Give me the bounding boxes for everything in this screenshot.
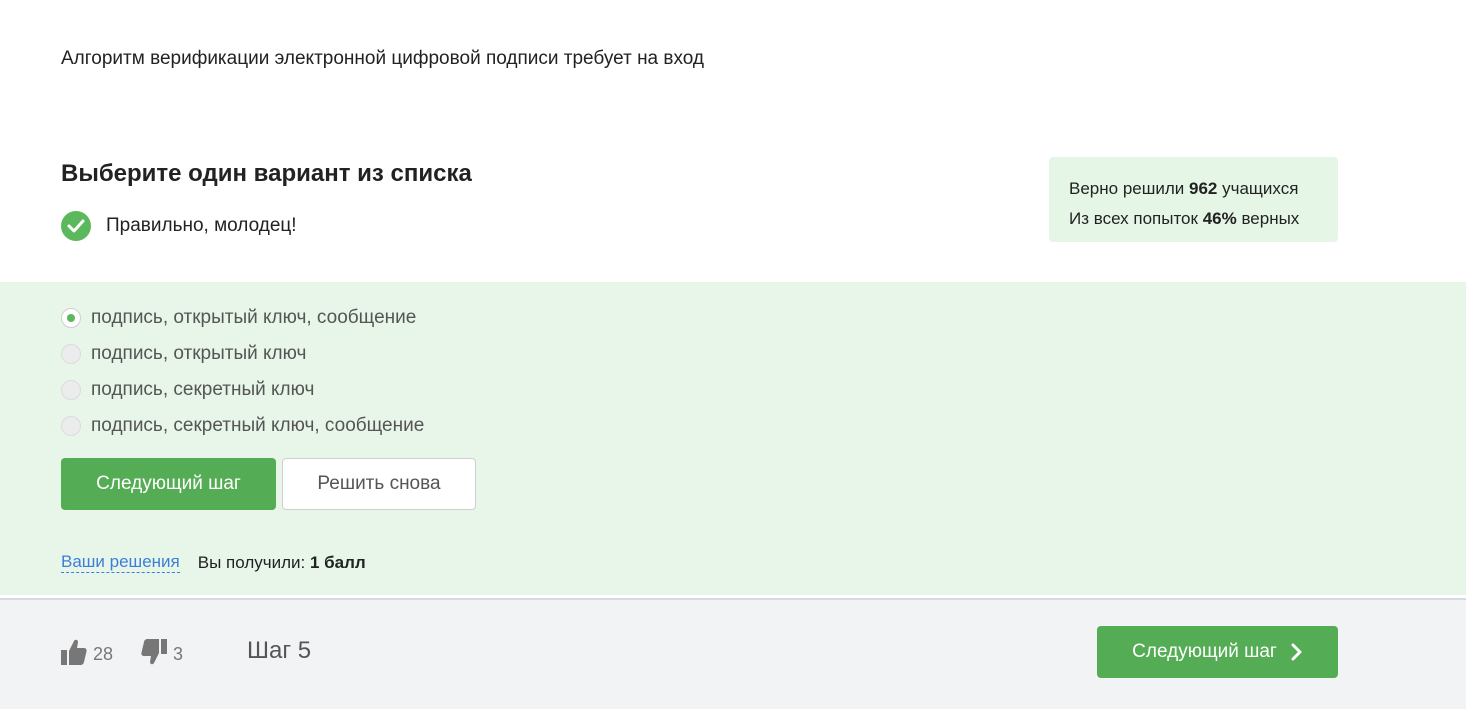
footer-next-step-label: Следующий шаг [1132, 641, 1277, 662]
next-step-button[interactable]: Следующий шаг [61, 458, 276, 510]
radio-button[interactable] [61, 380, 81, 400]
option-item[interactable]: подпись, открытый ключ, сообщение [61, 300, 424, 336]
radio-button[interactable] [61, 416, 81, 436]
stats-attempts-prefix: Из всех попыток [1069, 209, 1203, 228]
like-count: 28 [93, 644, 114, 664]
your-solutions-link[interactable]: Ваши решения [61, 552, 180, 573]
score-value: 1 балл [309, 552, 366, 572]
stats-attempts-line: Из всех попыток 46% верных [1069, 204, 1318, 234]
options-list: подпись, открытый ключ, сообщение подпис… [61, 300, 424, 444]
stats-solved-prefix: Верно решили [1069, 179, 1189, 198]
option-item[interactable]: подпись, секретный ключ [61, 372, 424, 408]
option-label: подпись, секретный ключ, сообщение [91, 415, 425, 436]
solutions-row: Ваши решения Вы получили: 1 балл [61, 552, 366, 573]
radio-button[interactable] [61, 344, 81, 364]
like-button[interactable]: 28 [61, 638, 113, 671]
stats-attempts-suffix: верных [1236, 209, 1300, 228]
score-prefix: Вы получили: [197, 552, 310, 572]
option-item[interactable]: подпись, секретный ключ, сообщение [61, 408, 424, 444]
result-text: Правильно, молодец! [106, 215, 297, 236]
footer-next-step-button[interactable]: Следующий шаг [1097, 626, 1338, 678]
stats-box: Верно решили 962 учащихся Из всех попыто… [1049, 157, 1338, 242]
step-label: Шаг 5 [247, 637, 312, 664]
question-text: Алгоритм верификации электронной цифрово… [61, 48, 705, 69]
footer-bar: 28 3 Шаг 5 Следующий шаг [0, 600, 1466, 709]
stats-attempts-percent: 46% [1202, 209, 1237, 228]
dislike-button[interactable]: 3 [141, 638, 183, 671]
stats-solved-suffix: учащихся [1217, 179, 1299, 198]
stats-solved-line: Верно решили 962 учащихся [1069, 174, 1318, 204]
thumbs-down-icon [141, 638, 167, 671]
answer-panel: подпись, открытый ключ, сообщение подпис… [0, 282, 1466, 595]
score-text: Вы получили: 1 балл [198, 553, 366, 573]
option-label: подпись, открытый ключ, сообщение [91, 307, 417, 328]
result-row: Правильно, молодец! [61, 211, 297, 241]
stats-solved-count: 962 [1189, 179, 1218, 198]
option-label: подпись, открытый ключ [91, 343, 307, 364]
thumbs-up-icon [61, 638, 87, 671]
option-item[interactable]: подпись, открытый ключ [61, 336, 424, 372]
radio-dot-icon [67, 314, 75, 322]
radio-button-checked[interactable] [61, 308, 81, 328]
retry-button[interactable]: Решить снова [282, 458, 476, 510]
dislike-count: 3 [173, 644, 184, 664]
option-label: подпись, секретный ключ [91, 379, 315, 400]
chevron-right-icon [1291, 643, 1303, 661]
task-title: Выберите один вариант из списка [61, 160, 472, 187]
check-circle-icon [61, 211, 91, 241]
